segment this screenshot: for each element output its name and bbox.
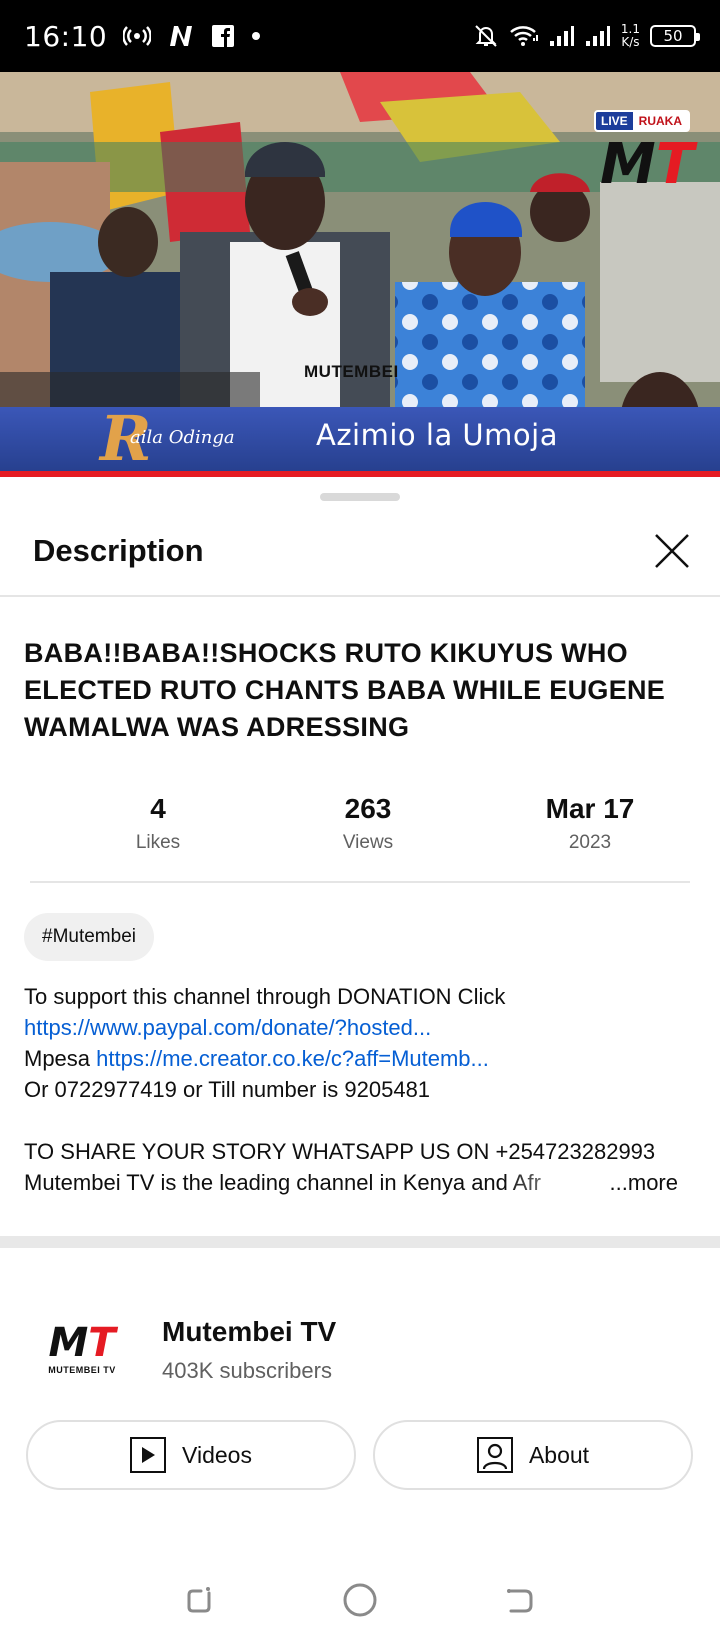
recents-icon [187, 1587, 211, 1613]
videos-button[interactable]: Videos [26, 1420, 356, 1490]
description-text: To support this channel through DONATION… [24, 981, 696, 1198]
stat-date: Mar 17 2023 [490, 791, 690, 857]
play-icon [130, 1437, 167, 1473]
network-speed: 1.1 K/s [620, 22, 640, 49]
stat-likes: 4 Likes [58, 791, 258, 857]
status-time: 16:10 [24, 19, 108, 53]
drag-handle[interactable] [320, 493, 400, 501]
close-button[interactable] [652, 531, 692, 571]
channel-name[interactable]: Mutembei TV [162, 1316, 336, 1348]
live-badge: LIVE RUAKA [594, 110, 691, 132]
subscriber-count: 403K subscribers [162, 1358, 332, 1383]
hashtag-chip[interactable]: #Mutembei [24, 913, 154, 961]
description-line: To support this channel through DONATION… [24, 984, 506, 1009]
system-nav-bar [0, 1560, 720, 1640]
sheet-title: Description [33, 533, 204, 568]
views-label: Views [342, 832, 394, 853]
avatar[interactable]: MT MUTEMBEI TV [34, 1314, 130, 1384]
paypal-link[interactable]: https://www.paypal.com/donate/?hosted... [24, 1015, 431, 1040]
description-line: Or 0722977419 or Till number is 9205481 [24, 1077, 431, 1102]
facebook-icon [211, 24, 235, 48]
likes-label: Likes [135, 832, 181, 853]
home-icon [343, 1583, 377, 1617]
back-button[interactable] [498, 1578, 542, 1622]
netflix-icon [167, 24, 195, 48]
videos-label: Videos [182, 1441, 252, 1468]
likes-count: 4 [150, 793, 166, 824]
person-icon [476, 1437, 513, 1473]
avatar-caption: MUTEMBEI TV [48, 1365, 116, 1375]
sheet-header: Description [0, 511, 720, 597]
video-player[interactable]: MUTEMBEI LIVE RUAKA MT R aila Odinga Azi… [0, 72, 720, 477]
upload-date: Mar 17 [545, 793, 635, 824]
about-label: About [528, 1441, 590, 1468]
stat-views: 263 Views [268, 791, 468, 857]
signal-icon-2 [585, 25, 611, 47]
about-button[interactable]: About [373, 1420, 693, 1490]
video-title: BABA!!BABA!!SHOCKS RUTO KIKUYUS WHO ELEC… [24, 638, 666, 742]
mpesa-label: Mpesa [24, 1046, 97, 1071]
recents-button[interactable] [178, 1578, 222, 1622]
live-location: RUAKA [638, 114, 683, 128]
section-divider [0, 1236, 720, 1248]
description-sheet: Description BABA!!BABA!!SHOCKS RUTO KIKU… [0, 477, 720, 1640]
description-line: Mutembei TV is the leading channel in Ke… [24, 1170, 541, 1195]
hotspot-icon [123, 26, 152, 46]
views-count: 263 [344, 793, 392, 824]
more-link[interactable]: ...more [605, 1167, 678, 1198]
upload-year: 2023 [568, 832, 612, 853]
wifi-icon [509, 24, 539, 48]
status-bar: 16:10 1.1 K/s 50 [0, 0, 720, 72]
dot-icon [251, 31, 261, 41]
back-icon [507, 1589, 533, 1613]
home-button[interactable] [338, 1578, 382, 1622]
mpesa-link[interactable]: https://me.creator.co.ke/c?aff=Mutemb... [96, 1046, 489, 1071]
mute-bell-icon [473, 23, 499, 49]
lower-third-slogan: Azimio la Umoja [316, 418, 558, 452]
video-watermark: MUTEMBEI [304, 362, 399, 381]
mt-channel-logo: MT [600, 132, 694, 197]
signal-icon [549, 25, 575, 47]
battery-icon: 50 [650, 25, 700, 47]
live-label: LIVE [596, 112, 633, 130]
description-line: TO SHARE YOUR STORY WHATSAPP US ON +2547… [24, 1139, 656, 1164]
close-icon [655, 534, 689, 568]
stats-row: 4 Likes 263 Views Mar 17 2023 [30, 791, 690, 883]
lower-third-name: aila Odinga [130, 427, 235, 448]
